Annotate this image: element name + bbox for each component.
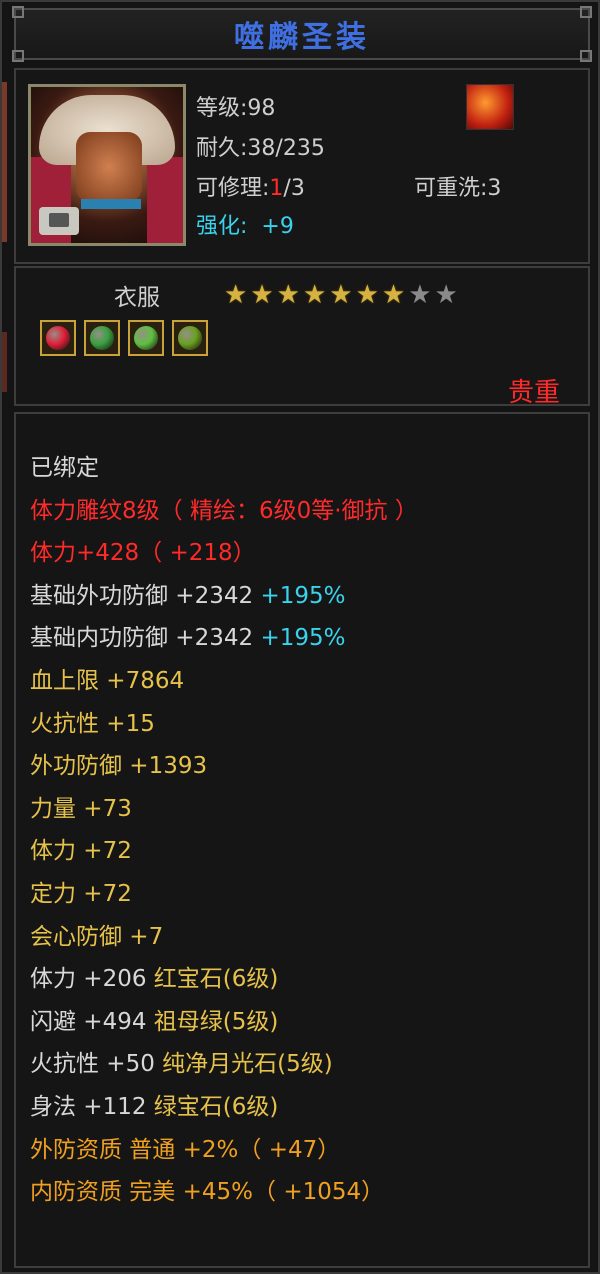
gem-slot[interactable] xyxy=(172,320,208,356)
stat-line: 血上限 +7864 xyxy=(30,668,185,694)
stat-line: 火抗性 +15 xyxy=(30,710,155,737)
stat-line: 身法 +112 绿宝石(6级) xyxy=(30,1094,279,1120)
star-empty-icon: ★ xyxy=(434,280,458,310)
item-tooltip-panel: 噬麟圣装 等级:98 耐久:38/235 可修理:1/3 可重洗:3 强化: +… xyxy=(0,0,600,1274)
window-edge-decoration xyxy=(2,82,7,242)
stat-line: 体力雕纹8级（ 精绘：6级0等·御抗 ） xyxy=(30,497,418,524)
item-name: 噬麟圣装 xyxy=(234,20,370,55)
item-portrait xyxy=(28,84,186,246)
stat-line: 定力 +72 xyxy=(30,881,132,907)
stat-line: 已绑定 xyxy=(30,455,99,481)
gem-slot[interactable] xyxy=(84,320,120,356)
enhance-label: 强化: +9 xyxy=(196,214,294,239)
stat-line: 基础内功防御 +2342 +195% xyxy=(30,625,346,652)
star-empty-icon: ★ xyxy=(408,280,432,310)
star-filled-icon: ★ xyxy=(381,280,406,310)
star-filled-icon: ★ xyxy=(224,280,248,310)
star-rating: ★ ★ ★ ★ ★ ★ ★ ★ ★ xyxy=(224,282,458,308)
stat-line: 体力+428（ +218） xyxy=(30,540,256,567)
stat-line: 外功防御 +1393 xyxy=(30,753,208,780)
stat-list: 已绑定体力雕纹8级（ 精绘：6级0等·御抗 ） 体力+428（ +218） 基础外功… xyxy=(14,412,590,1268)
stat-line: 体力 +72 xyxy=(30,838,132,865)
jade-gem-icon xyxy=(134,326,158,350)
star-filled-icon: ★ xyxy=(329,280,353,310)
durability-label: 耐久:38/235 xyxy=(196,136,325,161)
star-filled-icon: ★ xyxy=(302,280,327,310)
star-filled-icon: ★ xyxy=(250,280,274,310)
stat-line: 闪避 +494 祖母绿(5级) xyxy=(30,1008,279,1035)
stat-line: 内防资质 完美 +45%（ +1054） xyxy=(30,1179,385,1206)
rank-badge-icon xyxy=(466,84,514,130)
quality-label: 贵重 xyxy=(507,378,560,408)
moonstone-gem-icon xyxy=(178,326,202,350)
stat-line: 力量 +73 xyxy=(30,795,132,822)
stat-line: 体力 +206 红宝石(6级) xyxy=(30,966,279,993)
item-type-label: 衣服 xyxy=(114,285,160,311)
stat-line: 火抗性 +50 纯净月光石(5级) xyxy=(30,1051,333,1078)
repair-label: 可修理:1/3 xyxy=(196,176,305,201)
emerald-gem-icon xyxy=(90,326,114,350)
gem-slot[interactable] xyxy=(128,320,164,356)
stat-line: 会心防御 +7 xyxy=(30,923,164,950)
star-filled-icon: ★ xyxy=(276,280,300,310)
gem-slot[interactable] xyxy=(40,320,76,356)
gem-slots xyxy=(40,320,208,356)
rewash-label: 可重洗:3 xyxy=(414,176,502,201)
star-filled-icon: ★ xyxy=(355,280,379,310)
title-bar: 噬麟圣装 xyxy=(12,6,592,62)
ruby-gem-icon xyxy=(46,326,70,350)
stat-line: 外防资质 普通 +2%（ +47） xyxy=(30,1136,341,1163)
window-edge-decoration xyxy=(2,332,7,392)
enhance-value: +9 xyxy=(261,214,294,239)
item-header: 等级:98 耐久:38/235 可修理:1/3 可重洗:3 强化: +9 xyxy=(14,68,590,264)
level-label: 等级:98 xyxy=(196,96,276,121)
item-summary: 衣服 ★ ★ ★ ★ ★ ★ ★ ★ ★ 贵重 xyxy=(14,266,590,408)
armor-slot-icon xyxy=(39,207,79,235)
stat-line: 基础外功防御 +2342 +195% xyxy=(30,582,346,609)
